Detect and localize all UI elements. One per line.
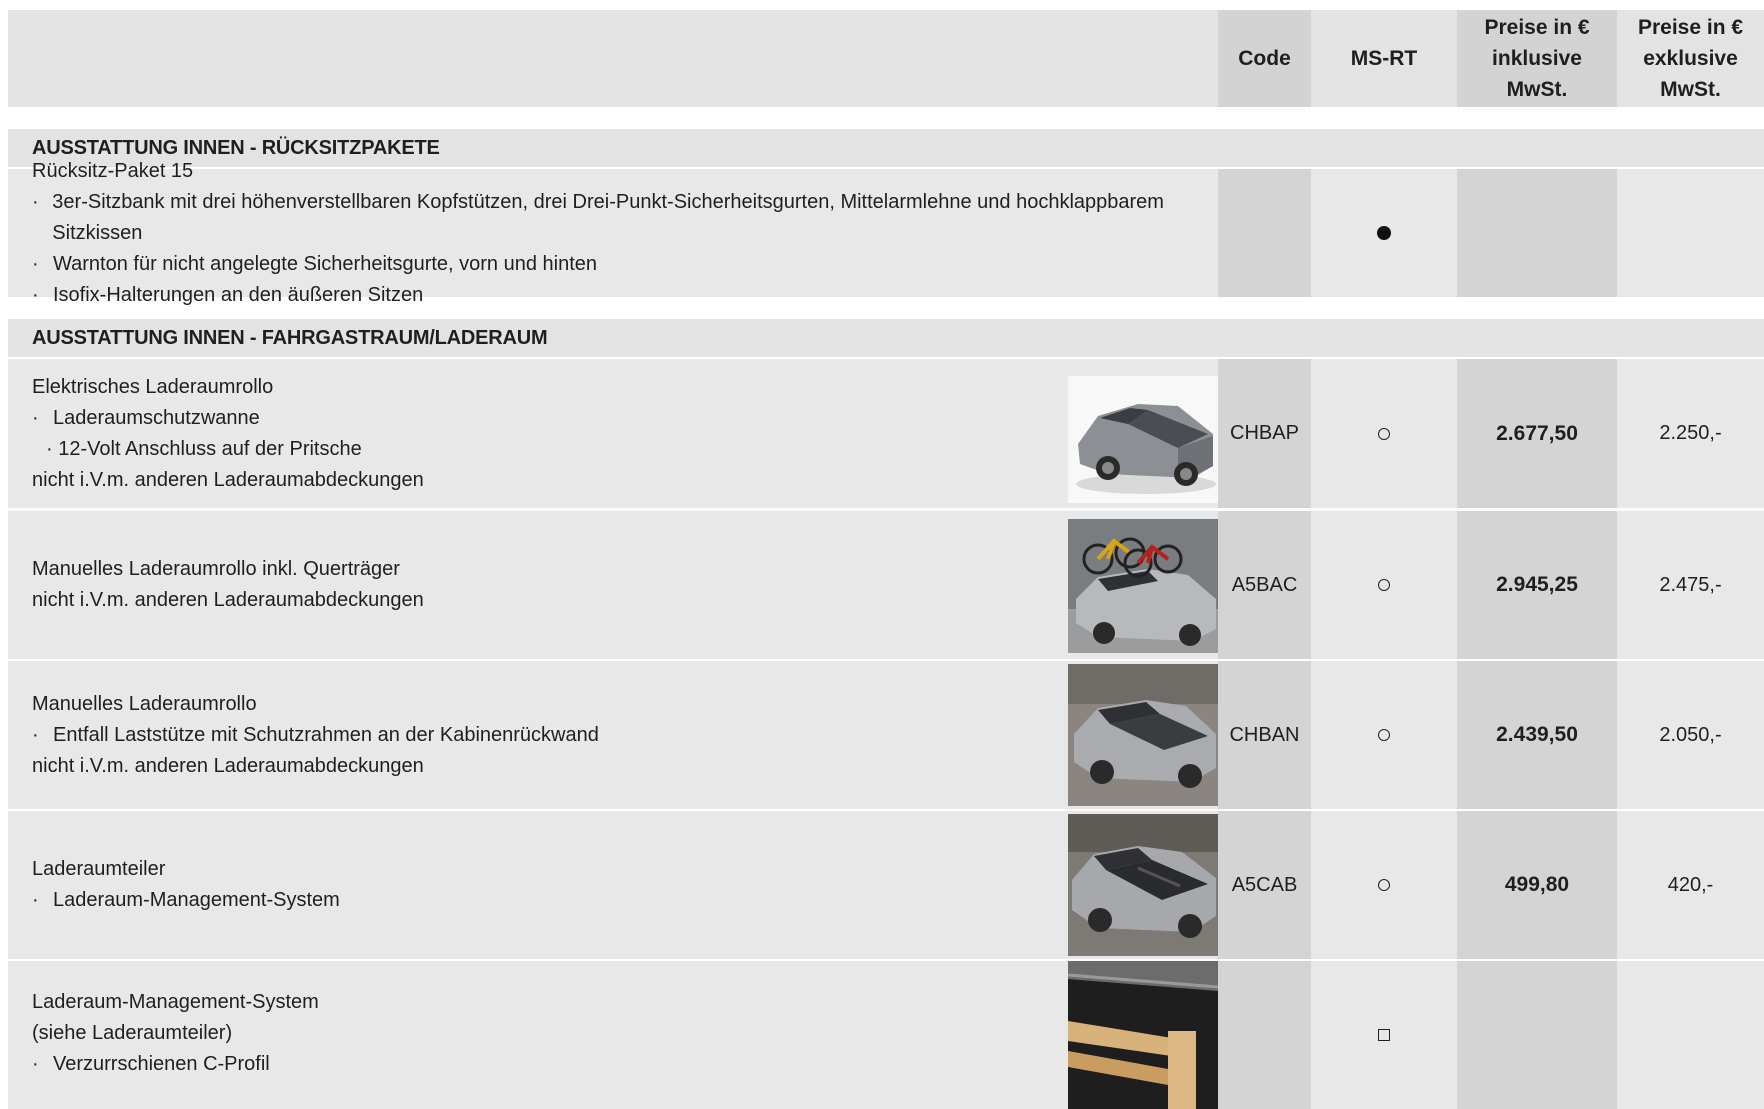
row-description: Manuelles Laderaumrollo inkl. Querträger… bbox=[8, 511, 1218, 659]
row-code: CHBAN bbox=[1218, 661, 1311, 809]
row-price-excl: 2.050,- bbox=[1617, 661, 1764, 809]
row-title: Rücksitz-Paket 15 bbox=[32, 159, 194, 182]
row-code bbox=[1218, 961, 1311, 1109]
row-description: Manuelles Laderaumrollo · Entfall Laststü… bbox=[8, 661, 1218, 809]
row-ms-rt bbox=[1311, 511, 1457, 659]
optional-circle-icon bbox=[1378, 579, 1390, 591]
row-price-excl bbox=[1617, 961, 1764, 1109]
table-row: Laderaum-Management-System (siehe Ladera… bbox=[8, 961, 1764, 1109]
header-ms-rt: MS-RT bbox=[1311, 10, 1457, 107]
row-price-incl bbox=[1457, 961, 1617, 1109]
table-row: Laderaumteiler · Laderaum-Management-Syst… bbox=[8, 811, 1764, 959]
package-square-icon bbox=[1378, 1029, 1390, 1041]
table-header bbox=[8, 10, 1218, 107]
list-item: · Verzurrschienen C-Profil bbox=[32, 1053, 270, 1075]
row-price-incl: 2.439,50 bbox=[1457, 661, 1617, 809]
row-description: Laderaumteiler · Laderaum-Management-Syst… bbox=[8, 811, 1218, 959]
product-image bbox=[1068, 376, 1218, 503]
optional-circle-icon bbox=[1378, 729, 1390, 741]
row-code: A5CAB bbox=[1218, 811, 1311, 959]
list-item: · 3er-Sitzbank mit drei höhenverstellbare… bbox=[32, 190, 1164, 244]
section-title: AUSSTATTUNG INNEN - FAHRGASTRAUM/LADERAU… bbox=[8, 319, 1764, 357]
row-code bbox=[1218, 169, 1311, 297]
row-title: Elektrisches Laderaumrollo bbox=[32, 375, 274, 398]
row-title: Laderaumteiler bbox=[32, 858, 166, 880]
header-price-excl: Preise in € exklusive MwSt. bbox=[1617, 10, 1764, 107]
row-ms-rt bbox=[1311, 961, 1457, 1109]
table-row: Manuelles Laderaumrollo inkl. Querträger… bbox=[8, 511, 1764, 659]
table-row: Rücksitz-Paket 15 · 3er-Sitzbank mit drei… bbox=[8, 160, 1764, 306]
row-price-incl: 499,80 bbox=[1457, 811, 1617, 959]
row-price-excl: 2.250,- bbox=[1617, 359, 1764, 508]
row-title: Manuelles Laderaumrollo bbox=[32, 692, 257, 715]
list-item: · Entfall Laststütze mit Schutzrahmen an … bbox=[32, 723, 599, 746]
row-note: nicht i.V.m. anderen Laderaumabdeckungen bbox=[32, 468, 424, 491]
row-price-incl bbox=[1457, 169, 1617, 297]
row-code: CHBAP bbox=[1218, 359, 1311, 508]
row-title: Manuelles Laderaumrollo inkl. Querträger bbox=[32, 558, 400, 580]
row-ms-rt bbox=[1311, 359, 1457, 508]
standard-dot-icon bbox=[1377, 226, 1391, 240]
row-ms-rt bbox=[1311, 811, 1457, 959]
row-note: nicht i.V.m. anderen Laderaumabdeckungen bbox=[32, 589, 424, 611]
row-price-excl bbox=[1617, 169, 1764, 297]
row-ms-rt bbox=[1311, 169, 1457, 297]
optional-circle-icon bbox=[1378, 879, 1390, 891]
row-code: A5BAC bbox=[1218, 511, 1311, 659]
list-item: · Isofix-Halterungen an den äußeren Sitze… bbox=[32, 283, 424, 306]
row-title: Laderaum-Management-System bbox=[32, 991, 319, 1013]
row-price-incl: 2.945,25 bbox=[1457, 511, 1617, 659]
list-item: · Laderaumschutzwanne bbox=[32, 406, 260, 429]
sub-list-item: · 12-Volt Anschluss auf der Pritsche bbox=[46, 437, 362, 460]
list-item: · Laderaum-Management-System bbox=[32, 889, 340, 911]
row-note: nicht i.V.m. anderen Laderaumabdeckungen bbox=[32, 754, 424, 777]
row-price-excl: 2.475,- bbox=[1617, 511, 1764, 659]
header-price-incl: Preise in € inklusive MwSt. bbox=[1457, 10, 1617, 107]
product-image bbox=[1068, 664, 1218, 806]
product-image bbox=[1068, 814, 1218, 956]
row-price-incl: 2.677,50 bbox=[1457, 359, 1617, 508]
header-code: Code bbox=[1218, 10, 1311, 107]
optional-circle-icon bbox=[1378, 427, 1390, 440]
row-price-excl: 420,- bbox=[1617, 811, 1764, 959]
row-subtitle: (siehe Laderaumteiler) bbox=[32, 1022, 233, 1044]
table-row: Elektrisches Laderaumrollo · Laderaumschu… bbox=[8, 359, 1764, 508]
row-ms-rt bbox=[1311, 661, 1457, 809]
product-image bbox=[1068, 519, 1218, 653]
row-description: Laderaum-Management-System (siehe Ladera… bbox=[8, 961, 1218, 1109]
row-description: Rücksitz-Paket 15 · 3er-Sitzbank mit drei… bbox=[8, 160, 1218, 306]
table-row: Manuelles Laderaumrollo · Entfall Laststü… bbox=[8, 661, 1764, 809]
product-image bbox=[1068, 961, 1218, 1109]
row-description: Elektrisches Laderaumrollo · Laderaumschu… bbox=[8, 359, 1218, 508]
list-item: · Warnton für nicht angelegte Sicherheits… bbox=[32, 252, 598, 275]
